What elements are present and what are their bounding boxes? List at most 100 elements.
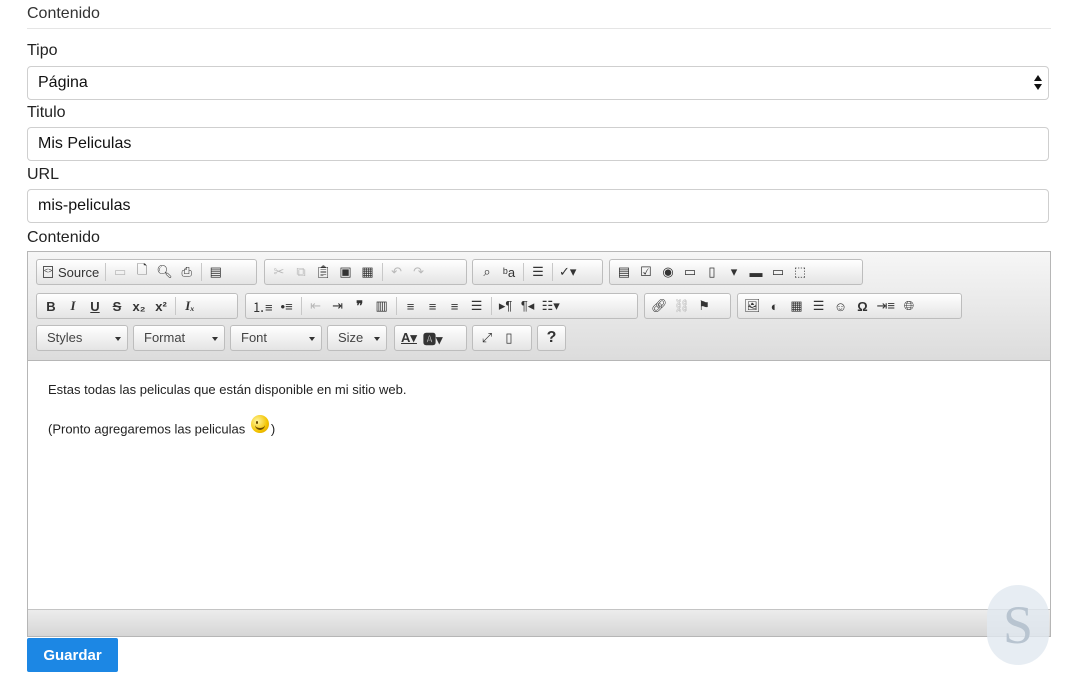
button-icon[interactable]: ▬ [745, 261, 767, 283]
copy-icon[interactable]: ⧉ [290, 261, 312, 283]
cut-icon[interactable]: ✂ [268, 261, 290, 283]
editor-status-bar [28, 609, 1050, 636]
flash-icon[interactable]: ◐ [764, 295, 786, 317]
save-icon[interactable]: ▭ [109, 261, 131, 283]
image-button-icon[interactable]: ▭ [767, 261, 789, 283]
source-button[interactable]: <> Source [40, 261, 102, 283]
show-blocks-icon[interactable]: ▯ [498, 327, 520, 349]
select-all-icon[interactable]: ☰ [527, 261, 549, 283]
redo-icon[interactable]: ↷ [408, 261, 430, 283]
language-icon[interactable]: ☷▾ [539, 295, 563, 317]
toolbar-group-editing: ⌕ ᵇa ☰ ✓▾ [472, 259, 603, 285]
undo-icon[interactable]: ↶ [386, 261, 408, 283]
toolbar-group-about: ? [537, 325, 566, 351]
form-icon[interactable]: ▤ [613, 261, 635, 283]
font-combo[interactable]: Font [230, 325, 322, 351]
editor-content[interactable]: Estas todas las peliculas que están disp… [48, 382, 406, 463]
toolbar-group-document: <> Source ▭ 🗋 🔍︎ ⎙ ▤ [36, 259, 257, 285]
help-button[interactable]: ? [541, 327, 563, 349]
preview-icon[interactable]: 🔍︎ [153, 261, 176, 283]
outdent-icon[interactable]: ⇤ [305, 295, 327, 317]
section-title: Contenido [27, 5, 100, 22]
paste-icon[interactable]: 📋︎ [312, 261, 335, 283]
image-icon[interactable]: 🖼︎ [741, 295, 764, 317]
size-combo[interactable]: Size [327, 325, 387, 351]
bulleted-list-icon[interactable]: •≡ [276, 295, 298, 317]
ltr-icon[interactable]: ▸¶ [495, 295, 517, 317]
align-justify-icon[interactable]: ☰ [466, 295, 488, 317]
find-icon[interactable]: ⌕ [476, 261, 498, 283]
textarea-icon[interactable]: ▯ [701, 261, 723, 283]
toolbar-group-tools: ⤢ ▯ [472, 325, 532, 351]
font-combo-label: Font [241, 330, 268, 345]
rtl-icon[interactable]: ¶◂ [517, 295, 539, 317]
tipo-select-value: Página [38, 74, 88, 91]
chevron-down-icon [374, 337, 380, 341]
table-icon[interactable]: ▦ [786, 295, 808, 317]
remove-format-icon[interactable]: Iₓ [179, 295, 201, 317]
content-text: ) [270, 421, 276, 437]
editor-toolbar: <> Source ▭ 🗋 🔍︎ ⎙ ▤ ✂ ⧉ 📋︎ ▣ ▦ ↶ ↷ ⌕ ᵇa… [28, 252, 1050, 361]
select-arrows-icon [1034, 75, 1042, 91]
toolbar-group-clipboard: ✂ ⧉ 📋︎ ▣ ▦ ↶ ↷ [264, 259, 467, 285]
checkbox-icon[interactable]: ☑ [635, 261, 657, 283]
source-icon: <> [43, 266, 53, 278]
align-right-icon[interactable]: ≡ [444, 295, 466, 317]
content-text: (Pronto agregaremos las peliculas [48, 421, 249, 437]
spellcheck-icon[interactable]: ✓▾ [556, 261, 579, 283]
unlink-icon[interactable]: ⛓ [671, 295, 694, 317]
iframe-icon[interactable]: 🌐︎ [898, 295, 920, 317]
strike-button[interactable]: S [106, 295, 128, 317]
underline-button[interactable]: U [84, 295, 106, 317]
toolbar-separator [552, 263, 553, 281]
titulo-input[interactable]: Mis Peliculas [27, 127, 1049, 161]
link-icon[interactable]: 🔗︎ [648, 295, 671, 317]
paste-word-icon[interactable]: ▦ [357, 261, 379, 283]
italic-button[interactable]: I [62, 295, 84, 317]
format-combo[interactable]: Format [133, 325, 225, 351]
chevron-down-icon [115, 337, 121, 341]
numbered-list-icon[interactable]: ⒈≡ [249, 295, 276, 317]
url-input[interactable]: mis-peliculas [27, 189, 1049, 223]
subscript-button[interactable]: x₂ [128, 295, 150, 317]
align-center-icon[interactable]: ≡ [422, 295, 444, 317]
indent-icon[interactable]: ⇥ [327, 295, 349, 317]
format-combo-label: Format [144, 330, 186, 345]
toolbar-separator [490, 297, 492, 315]
special-char-icon[interactable]: Ω [852, 295, 874, 317]
styles-combo[interactable]: Styles [36, 325, 128, 351]
select-icon[interactable]: ▾ [723, 261, 745, 283]
toolbar-group-basicstyles: B I U S x₂ x² Iₓ [36, 293, 238, 319]
anchor-icon[interactable]: ⚑ [693, 295, 715, 317]
smiley-icon[interactable]: ☺ [830, 295, 852, 317]
titulo-label: Titulo [27, 104, 66, 121]
contenido-label: Contenido [27, 229, 100, 246]
content-paragraph: Estas todas las peliculas que están disp… [48, 382, 407, 397]
horizontal-rule-icon[interactable]: ☰ [808, 295, 830, 317]
background-color-icon[interactable]: 🅰︎▾ [420, 327, 446, 349]
toolbar-group-colors: A▾ 🅰︎▾ [394, 325, 467, 351]
size-combo-label: Size [338, 330, 364, 345]
superscript-button[interactable]: x² [150, 295, 172, 317]
chevron-down-icon [212, 337, 218, 341]
bold-button[interactable]: B [40, 295, 62, 317]
tipo-select[interactable]: Página [27, 66, 1049, 100]
toolbar-separator [300, 297, 302, 315]
align-left-icon[interactable]: ≡ [400, 295, 422, 317]
create-div-icon[interactable]: ▥ [371, 295, 393, 317]
blockquote-icon[interactable]: ❞ [349, 295, 371, 317]
paste-text-icon[interactable]: ▣ [335, 261, 357, 283]
toolbar-separator [381, 263, 383, 281]
chevron-down-icon [309, 337, 315, 341]
radio-icon[interactable]: ◉ [657, 261, 679, 283]
text-color-icon[interactable]: A▾ [398, 327, 420, 349]
print-icon[interactable]: ⎙ [176, 261, 198, 283]
textfield-icon[interactable]: ▭ [679, 261, 701, 283]
replace-icon[interactable]: ᵇa [498, 261, 520, 283]
hidden-field-icon[interactable]: ⬚ [789, 261, 811, 283]
page-break-icon[interactable]: ⇥≡ [874, 295, 898, 317]
maximize-icon[interactable]: ⤢ [476, 327, 498, 349]
new-page-icon[interactable]: 🗋 [131, 261, 153, 283]
guardar-button[interactable]: Guardar [27, 638, 118, 672]
templates-icon[interactable]: ▤ [205, 261, 227, 283]
